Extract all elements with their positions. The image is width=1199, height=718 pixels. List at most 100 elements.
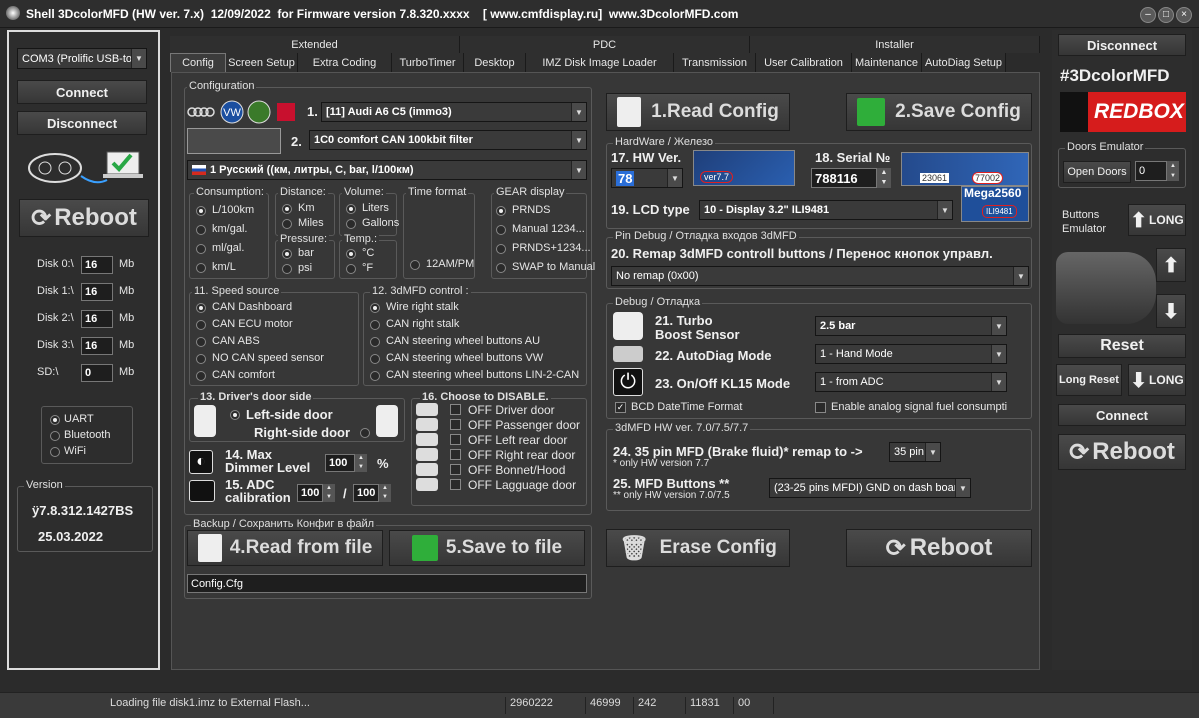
gear-radio[interactable] — [496, 225, 506, 235]
disk-size-input[interactable]: 16 — [81, 310, 113, 328]
control-radio[interactable] — [370, 371, 380, 381]
lcd-type-select[interactable]: 10 - Display 3.2" ILI9481 ▼ — [699, 200, 953, 220]
temp-radio[interactable] — [346, 264, 356, 274]
maximize-button[interactable]: □ — [1158, 7, 1174, 23]
tab-user-calibration[interactable]: User Calibration — [756, 53, 852, 72]
temp-radio[interactable] — [346, 249, 356, 259]
kl15-select[interactable]: 1 - from ADC ▼ — [815, 372, 1007, 392]
volume-radio[interactable] — [346, 219, 356, 229]
top-tab[interactable]: Extended — [170, 36, 460, 53]
dimmer-input[interactable]: 100 — [325, 454, 355, 472]
panel-reboot-button[interactable]: ⟳ Reboot — [846, 529, 1032, 567]
can-filter-select[interactable]: 1C0 comfort CAN 100kbit filter ▼ — [309, 130, 587, 150]
consumption-radio[interactable] — [196, 225, 206, 235]
turbo-select[interactable]: 2.5 bar ▼ — [815, 316, 1007, 336]
consumption-radio[interactable] — [196, 244, 206, 254]
bcd-checkbox[interactable]: ✓ — [615, 402, 626, 413]
control-radio[interactable] — [370, 303, 380, 313]
speed-radio[interactable] — [196, 320, 206, 330]
erase-config-button[interactable]: 🗑 Erase Config — [606, 529, 790, 567]
read-config-button[interactable]: 1.Read Config — [606, 93, 790, 131]
top-tab[interactable]: Installer — [750, 36, 1040, 53]
gear-radio[interactable] — [496, 263, 506, 273]
consumption-radio[interactable] — [196, 206, 206, 216]
side-connect-button[interactable]: Connect — [1058, 404, 1186, 426]
pressure-radio[interactable] — [282, 264, 292, 274]
side-disconnect-button[interactable]: Disconnect — [1058, 34, 1186, 56]
long-down-button[interactable]: ⬇ LONG — [1128, 364, 1186, 396]
pressure-radio[interactable] — [282, 249, 292, 259]
left-side-door-radio[interactable] — [230, 410, 240, 420]
speed-radio[interactable] — [196, 371, 206, 381]
disable-checkbox[interactable] — [450, 449, 461, 460]
doors-input[interactable]: 0 — [1135, 161, 1167, 181]
doors-spinner[interactable]: ▲ ▼ — [1167, 161, 1179, 181]
conn-mode-radio[interactable] — [50, 431, 60, 441]
serial-input[interactable]: 788116 — [811, 168, 877, 188]
up-button[interactable]: ⬆ — [1156, 248, 1186, 282]
reset-button[interactable]: Reset — [1058, 334, 1186, 358]
serial-spinner[interactable]: ▲ ▼ — [877, 168, 891, 188]
control-radio[interactable] — [370, 354, 380, 364]
side-reboot-button[interactable]: ⟳ Reboot — [1058, 434, 1186, 470]
com-port-select[interactable]: COM3 (Prolific USB-to- ▼ — [17, 48, 147, 69]
adc-spinner-2[interactable]: ▲ ▼ — [379, 484, 391, 502]
open-doors-button[interactable]: Open Doors — [1063, 161, 1131, 183]
disk-size-input[interactable]: 16 — [81, 337, 113, 355]
tab-screen-setup[interactable]: Screen Setup — [226, 53, 298, 72]
long-reset-button[interactable]: Long Reset — [1056, 364, 1122, 396]
conn-mode-radio[interactable] — [50, 447, 60, 457]
pin35-select[interactable]: 35 pin ▼ — [889, 442, 941, 462]
gear-radio[interactable] — [496, 206, 506, 216]
volume-radio[interactable] — [346, 204, 356, 214]
control-radio[interactable] — [370, 337, 380, 347]
disk-size-input[interactable]: 16 — [81, 256, 113, 274]
disable-checkbox[interactable] — [450, 419, 461, 430]
conn-mode-radio[interactable] — [50, 415, 60, 425]
disable-checkbox[interactable] — [450, 464, 461, 475]
tab-config[interactable]: Config — [170, 53, 226, 72]
distance-radio[interactable] — [282, 204, 292, 214]
control-radio[interactable] — [370, 320, 380, 330]
save-to-file-button[interactable]: 5.Save to file — [389, 530, 585, 566]
down-button[interactable]: ⬇ — [1156, 294, 1186, 328]
speed-radio[interactable] — [196, 337, 206, 347]
disable-checkbox[interactable] — [450, 404, 461, 415]
time-radio[interactable] — [410, 260, 420, 270]
adc-input-2[interactable]: 100 — [353, 484, 379, 502]
disk-size-input[interactable]: 0 — [81, 364, 113, 382]
dimmer-spinner[interactable]: ▲ ▼ — [355, 454, 367, 472]
remap-select[interactable]: No remap (0x00) ▼ — [611, 266, 1029, 286]
filename-input[interactable]: Config.Cfg — [187, 574, 587, 593]
analog-fuel-checkbox[interactable] — [815, 402, 826, 413]
tab-maintenance[interactable]: Maintenance — [852, 53, 922, 72]
distance-radio[interactable] — [282, 219, 292, 229]
minimize-button[interactable]: – — [1140, 7, 1156, 23]
read-from-file-button[interactable]: 4.Read from file — [187, 530, 383, 566]
connect-button[interactable]: Connect — [17, 80, 147, 104]
hw-ver-select[interactable]: 78 ▼ — [611, 168, 683, 188]
right-side-door-radio[interactable] — [360, 428, 370, 438]
top-tab[interactable]: PDC — [460, 36, 750, 53]
long-up-button[interactable]: ⬆ LONG — [1128, 204, 1186, 236]
save-config-button[interactable]: 2.Save Config — [846, 93, 1032, 131]
disconnect-button[interactable]: Disconnect — [17, 111, 147, 135]
adc-spinner-1[interactable]: ▲ ▼ — [323, 484, 335, 502]
adc-input-1[interactable]: 100 — [297, 484, 323, 502]
disable-checkbox[interactable] — [450, 434, 461, 445]
mfd-buttons-select[interactable]: (23-25 pins MFDI) GND on dash board ▼ — [769, 478, 971, 498]
close-button[interactable]: × — [1176, 7, 1192, 23]
tab-transmission[interactable]: Transmission — [674, 53, 756, 72]
tab-turbotimer[interactable]: TurboTimer — [392, 53, 464, 72]
tab-extra-coding[interactable]: Extra Coding — [298, 53, 392, 72]
autodiag-select[interactable]: 1 - Hand Mode ▼ — [815, 344, 1007, 364]
disable-checkbox[interactable] — [450, 479, 461, 490]
reboot-button[interactable]: ⟳ Reboot — [19, 199, 149, 237]
consumption-radio[interactable] — [196, 263, 206, 273]
tab-imz-disk-image-loader[interactable]: IMZ Disk Image Loader — [526, 53, 674, 72]
disk-size-input[interactable]: 16 — [81, 283, 113, 301]
tab-desktop[interactable]: Desktop — [464, 53, 526, 72]
speed-radio[interactable] — [196, 354, 206, 364]
language-select[interactable]: 1 Русский ((км, литры, C, bar, l/100км) ▼ — [187, 160, 587, 180]
tab-autodiag-setup[interactable]: AutoDiag Setup — [922, 53, 1006, 72]
